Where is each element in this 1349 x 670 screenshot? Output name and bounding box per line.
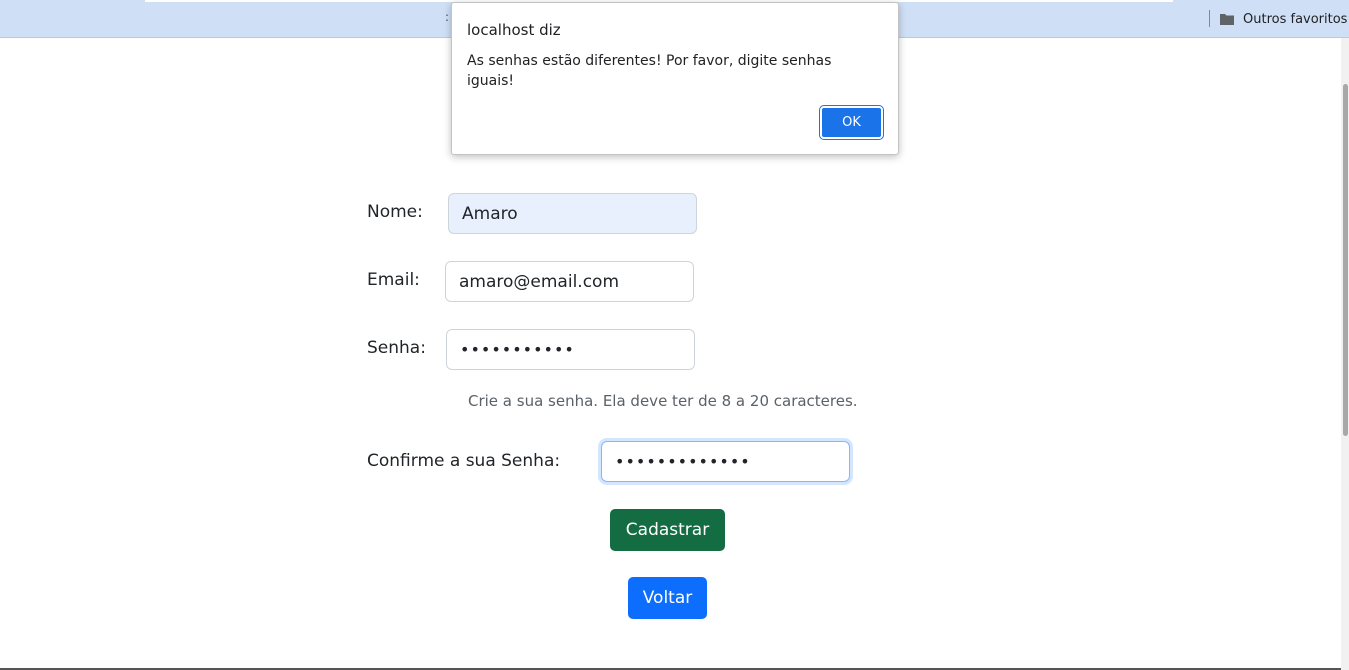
name-input[interactable]	[448, 193, 697, 234]
confirm-password-input[interactable]	[601, 441, 850, 482]
other-bookmarks-label: Outros favoritos	[1243, 11, 1348, 27]
email-input[interactable]	[445, 261, 694, 302]
back-button[interactable]: Voltar	[628, 577, 707, 619]
confirm-password-label: Confirme a sua Senha:	[367, 451, 561, 471]
register-button[interactable]: Cadastrar	[610, 509, 725, 551]
alert-ok-button[interactable]: OK	[819, 105, 884, 140]
alert-dialog: localhost diz As senhas estão diferentes…	[451, 2, 899, 155]
alert-title: localhost diz	[467, 21, 561, 39]
name-label: Nome:	[367, 202, 423, 222]
page-scrollbar-thumb[interactable]	[1343, 84, 1348, 436]
bookmarks-grip: :	[445, 10, 450, 24]
other-bookmarks-button[interactable]: Outros favoritos	[1219, 8, 1347, 30]
email-label: Email:	[367, 270, 420, 290]
folder-icon	[1220, 14, 1234, 25]
alert-message: As senhas estão diferentes! Por favor, d…	[467, 53, 832, 89]
bookmarks-separator	[1209, 10, 1210, 27]
password-input[interactable]	[446, 329, 695, 370]
password-label: Senha:	[367, 338, 426, 358]
password-hint: Crie a sua senha. Ela deve ter de 8 a 20…	[468, 392, 858, 410]
